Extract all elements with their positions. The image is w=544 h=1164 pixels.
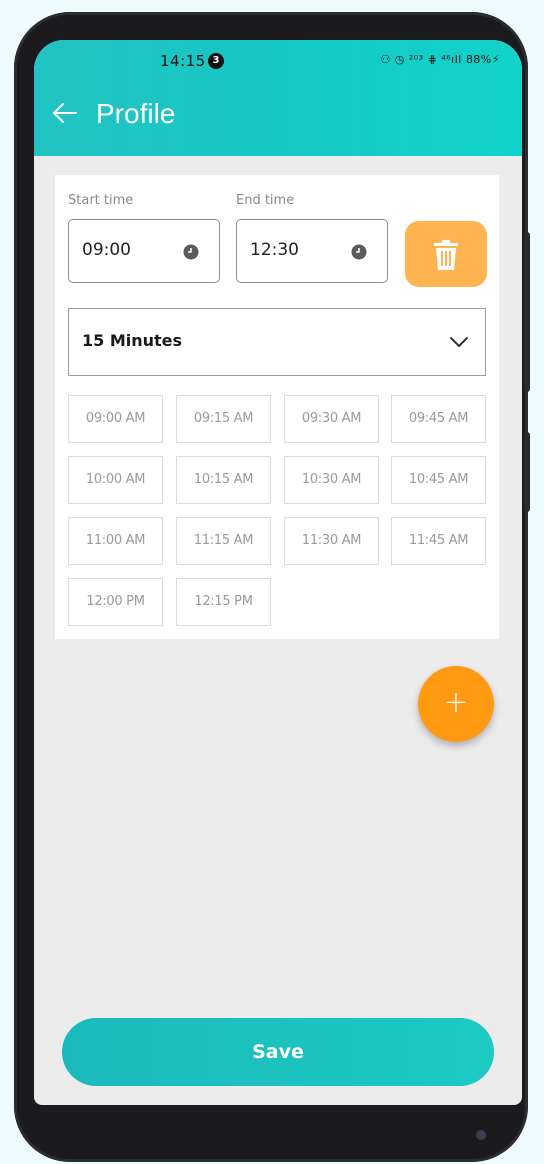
time-slot[interactable]: 10:45 AM — [391, 456, 486, 504]
time-slot[interactable]: 12:00 PM — [68, 578, 163, 626]
page-title: Profile — [96, 98, 176, 129]
time-slot[interactable]: 09:45 AM — [391, 395, 486, 443]
time-slot[interactable]: 10:30 AM — [284, 456, 379, 504]
app-bar: 14:15 3 ⚇ ◷ ²⁰³ ⋕ ⁴⁶ıll 88%⚡ Profile — [34, 40, 522, 156]
time-slot[interactable]: 10:15 AM — [176, 456, 271, 504]
volume-button — [524, 232, 530, 392]
plus-icon: + — [443, 685, 469, 720]
power-button — [524, 432, 530, 512]
add-button[interactable]: + — [418, 666, 494, 742]
time-slot[interactable]: 11:00 AM — [68, 517, 163, 565]
clock-icon — [183, 244, 199, 260]
start-time-field[interactable]: 09:00 — [68, 219, 220, 283]
interval-value: 15 Minutes — [82, 331, 183, 350]
chevron-down-icon — [450, 337, 468, 347]
end-time-field[interactable]: 12:30 — [236, 219, 388, 283]
arrow-left-icon[interactable] — [52, 100, 78, 126]
delete-button[interactable] — [405, 221, 487, 287]
app-screen: 14:15 3 ⚇ ◷ ²⁰³ ⋕ ⁴⁶ıll 88%⚡ Profile Sta… — [34, 40, 522, 1105]
trash-icon — [434, 240, 458, 270]
save-button[interactable]: Save — [62, 1018, 494, 1086]
time-slot[interactable]: 11:30 AM — [284, 517, 379, 565]
time-slot[interactable]: 10:00 AM — [68, 456, 163, 504]
camera-lens — [476, 1130, 486, 1140]
status-bar: 14:15 3 ⚇ ◷ ²⁰³ ⋕ ⁴⁶ıll 88%⚡ — [34, 40, 522, 84]
time-slot[interactable]: 11:45 AM — [391, 517, 486, 565]
end-time-label: End time — [236, 193, 295, 208]
notification-count-badge: 3 — [208, 53, 224, 69]
time-slot[interactable]: 09:15 AM — [176, 395, 271, 443]
time-slot[interactable]: 09:00 AM — [68, 395, 163, 443]
start-time-value: 09:00 — [82, 240, 131, 260]
status-time: 14:15 — [160, 52, 206, 70]
clock-icon — [351, 244, 367, 260]
interval-dropdown[interactable]: 15 Minutes — [68, 308, 486, 376]
start-time-label: Start time — [68, 193, 134, 208]
schedule-card: Start time End time 09:00 12:30 15 Minut… — [55, 175, 499, 639]
time-slot[interactable]: 09:30 AM — [284, 395, 379, 443]
status-indicators: ⚇ ◷ ²⁰³ ⋕ ⁴⁶ıll 88%⚡ — [380, 53, 500, 66]
time-slot[interactable]: 12:15 PM — [176, 578, 271, 626]
end-time-value: 12:30 — [250, 240, 299, 260]
time-slot[interactable]: 11:15 AM — [176, 517, 271, 565]
